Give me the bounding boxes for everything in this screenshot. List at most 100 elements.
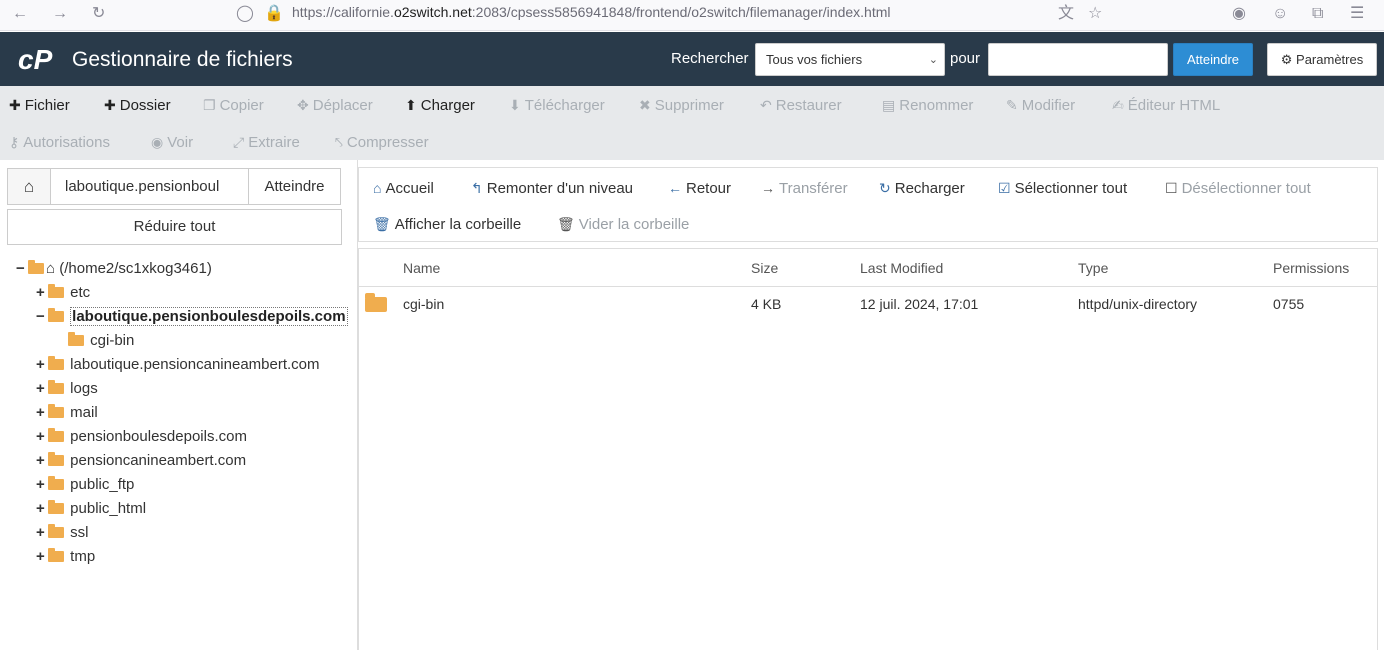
tree-item-public-ftp[interactable]: + public_ftp bbox=[36, 475, 134, 495]
permissions-button[interactable]: ⚷ Autorisations bbox=[9, 132, 110, 153]
edit-button[interactable]: ✎ Modifier bbox=[1006, 95, 1075, 116]
forward-arrow-icon[interactable]: → bbox=[52, 4, 68, 24]
reload-icon[interactable]: ↻ bbox=[92, 4, 105, 24]
expand-toggle-icon[interactable]: + bbox=[36, 283, 48, 303]
lock-icon[interactable]: 🔒 bbox=[264, 4, 284, 24]
tree-item-ssl[interactable]: + ssl bbox=[36, 523, 89, 543]
tree-item-label: laboutique.pensionboulesdepoils.com bbox=[70, 307, 348, 326]
search-go-button[interactable]: Atteindre bbox=[1173, 43, 1253, 76]
expand-toggle-icon[interactable]: + bbox=[36, 451, 48, 471]
path-go-button[interactable]: Atteindre bbox=[248, 168, 341, 205]
search-scope-select[interactable]: Tous vos fichiers ⌄ bbox=[755, 43, 945, 76]
back-arrow-icon[interactable]: ← bbox=[12, 4, 28, 24]
select-all-button[interactable]: ☑ Sélectionner tout bbox=[998, 178, 1127, 199]
tree-item-mail[interactable]: + mail bbox=[36, 403, 98, 423]
path-input[interactable]: laboutique.pensionboul bbox=[50, 168, 249, 205]
translate-icon[interactable]: 文 bbox=[1058, 4, 1074, 24]
column-header-size[interactable]: Size bbox=[751, 259, 778, 277]
tree-item-laboutique-pensioncanineambert[interactable]: + laboutique.pensioncanineambert.com bbox=[36, 355, 320, 375]
new-file-button[interactable]: ✚ Fichier bbox=[9, 95, 70, 116]
tree-item-label: logs bbox=[70, 380, 98, 397]
folder-icon bbox=[365, 293, 387, 312]
home-nav-button[interactable]: ⌂ Accueil bbox=[373, 178, 434, 199]
account-icon[interactable]: ☺ bbox=[1272, 4, 1288, 24]
delete-button[interactable]: ✖ Supprimer bbox=[639, 95, 724, 116]
cpanel-logo: cP bbox=[18, 44, 53, 74]
arrow-right-icon: → bbox=[761, 180, 775, 196]
tree-item-cgi-bin[interactable]: cgi-bin bbox=[68, 331, 134, 351]
table-header: Name Size Last Modified Type Permissions bbox=[359, 249, 1377, 287]
shield-icon[interactable]: ◯ bbox=[236, 4, 254, 24]
upload-button[interactable]: ⬆ Charger bbox=[405, 95, 475, 116]
expand-toggle-icon[interactable]: + bbox=[36, 403, 48, 423]
collapse-all-button[interactable]: Réduire tout bbox=[7, 209, 342, 245]
collapse-toggle-icon[interactable]: − bbox=[36, 307, 48, 327]
address-bar[interactable]: https://californie.o2switch.net:2083/cps… bbox=[292, 3, 890, 21]
expand-toggle-icon[interactable]: + bbox=[36, 547, 48, 567]
tree-item-pensionboulesdepoils[interactable]: + pensionboulesdepoils.com bbox=[36, 427, 247, 447]
settings-label: Paramètres bbox=[1296, 52, 1364, 67]
app-title: Gestionnaire de fichiers bbox=[72, 48, 293, 71]
search-input[interactable] bbox=[988, 43, 1168, 76]
compress-button[interactable]: ⤣ Compresser bbox=[335, 132, 429, 153]
folder-icon bbox=[28, 260, 44, 274]
column-header-name[interactable]: Name bbox=[403, 259, 440, 277]
tree-item-etc[interactable]: + etc bbox=[36, 283, 90, 303]
home-icon: ⌂ bbox=[373, 180, 382, 196]
upload-icon: ⬆ bbox=[405, 97, 417, 113]
tree-item-label: tmp bbox=[70, 548, 96, 565]
expand-toggle-icon[interactable]: + bbox=[36, 499, 48, 519]
tree-item-tmp[interactable]: + tmp bbox=[36, 547, 95, 567]
bookmark-star-icon[interactable]: ☆ bbox=[1088, 4, 1102, 24]
reload-button[interactable]: ↻ Recharger bbox=[879, 178, 965, 199]
show-trash-button[interactable]: 🗑 Afficher la corbeille bbox=[373, 214, 521, 235]
tree-root-label: (/home2/sc1xkog3461) bbox=[59, 260, 212, 277]
tree-item-logs[interactable]: + logs bbox=[36, 379, 98, 399]
deselect-all-button[interactable]: ☐ Désélectionner tout bbox=[1165, 178, 1311, 199]
new-folder-button[interactable]: ✚ Dossier bbox=[104, 95, 171, 116]
tree-root[interactable]: − ⌂ (/home2/sc1xkog3461) bbox=[16, 259, 212, 279]
restore-button[interactable]: ↶ Restaurer bbox=[760, 95, 842, 116]
view-button[interactable]: ◉ Voir bbox=[151, 132, 193, 153]
tree-item-pensioncanineambert[interactable]: + pensioncanineambert.com bbox=[36, 451, 246, 471]
folder-icon bbox=[48, 524, 64, 538]
trash-icon: 🗑 bbox=[373, 216, 391, 232]
download-icon: ⬇ bbox=[509, 97, 521, 113]
browser-toolbar: ← → ↻ ◯ 🔒 https://californie.o2switch.ne… bbox=[0, 0, 1384, 31]
tree-item-public-html[interactable]: + public_html bbox=[36, 499, 146, 519]
expand-toggle-icon[interactable]: + bbox=[36, 523, 48, 543]
column-header-type[interactable]: Type bbox=[1078, 259, 1108, 277]
tree-item-label: public_html bbox=[70, 500, 147, 517]
collapse-toggle-icon[interactable]: − bbox=[16, 259, 28, 279]
folder-icon bbox=[48, 452, 64, 466]
for-label: pour bbox=[950, 50, 981, 67]
expand-toggle-icon[interactable]: + bbox=[36, 379, 48, 399]
empty-trash-button[interactable]: 🗑 Vider la corbeille bbox=[557, 214, 689, 235]
column-header-permissions[interactable]: Permissions bbox=[1273, 259, 1349, 277]
expand-toggle-icon[interactable]: + bbox=[36, 355, 48, 375]
download-button[interactable]: ⬇ Télécharger bbox=[509, 95, 605, 116]
menu-icon[interactable]: ☰ bbox=[1350, 4, 1364, 24]
pocket-icon[interactable]: ◉ bbox=[1232, 4, 1246, 24]
expand-toggle-icon[interactable]: + bbox=[36, 475, 48, 495]
column-header-modified[interactable]: Last Modified bbox=[860, 259, 943, 277]
html-editor-button[interactable]: ✍ Éditeur HTML bbox=[1112, 95, 1220, 116]
tree-item-laboutique-pensionboulesdepoils[interactable]: − laboutique.pensionboulesdepoils.com bbox=[36, 307, 348, 327]
settings-button[interactable]: ⚙ Paramètres bbox=[1267, 43, 1377, 76]
copy-button[interactable]: ❐ Copier bbox=[203, 95, 264, 116]
checkbox-checked-icon: ☑ bbox=[998, 180, 1011, 196]
forward-button[interactable]: → Transférer bbox=[761, 178, 848, 199]
home-button[interactable]: ⌂ bbox=[7, 168, 50, 205]
up-level-button[interactable]: ↰ Remonter d'un niveau bbox=[471, 178, 633, 199]
tree-item-label: laboutique.pensioncanineambert.com bbox=[70, 356, 320, 373]
folder-icon bbox=[48, 548, 64, 562]
folder-icon bbox=[48, 284, 64, 298]
extensions-icon[interactable]: ⧉ bbox=[1312, 4, 1323, 24]
move-button[interactable]: ✥ Déplacer bbox=[297, 95, 373, 116]
extract-button[interactable]: ⤢ Extraire bbox=[233, 132, 300, 153]
plus-icon: ✚ bbox=[104, 97, 116, 113]
plus-icon: ✚ bbox=[9, 97, 21, 113]
rename-button[interactable]: ▤ Renommer bbox=[882, 95, 973, 116]
back-button[interactable]: ← Retour bbox=[668, 178, 731, 199]
expand-toggle-icon[interactable]: + bbox=[36, 427, 48, 447]
